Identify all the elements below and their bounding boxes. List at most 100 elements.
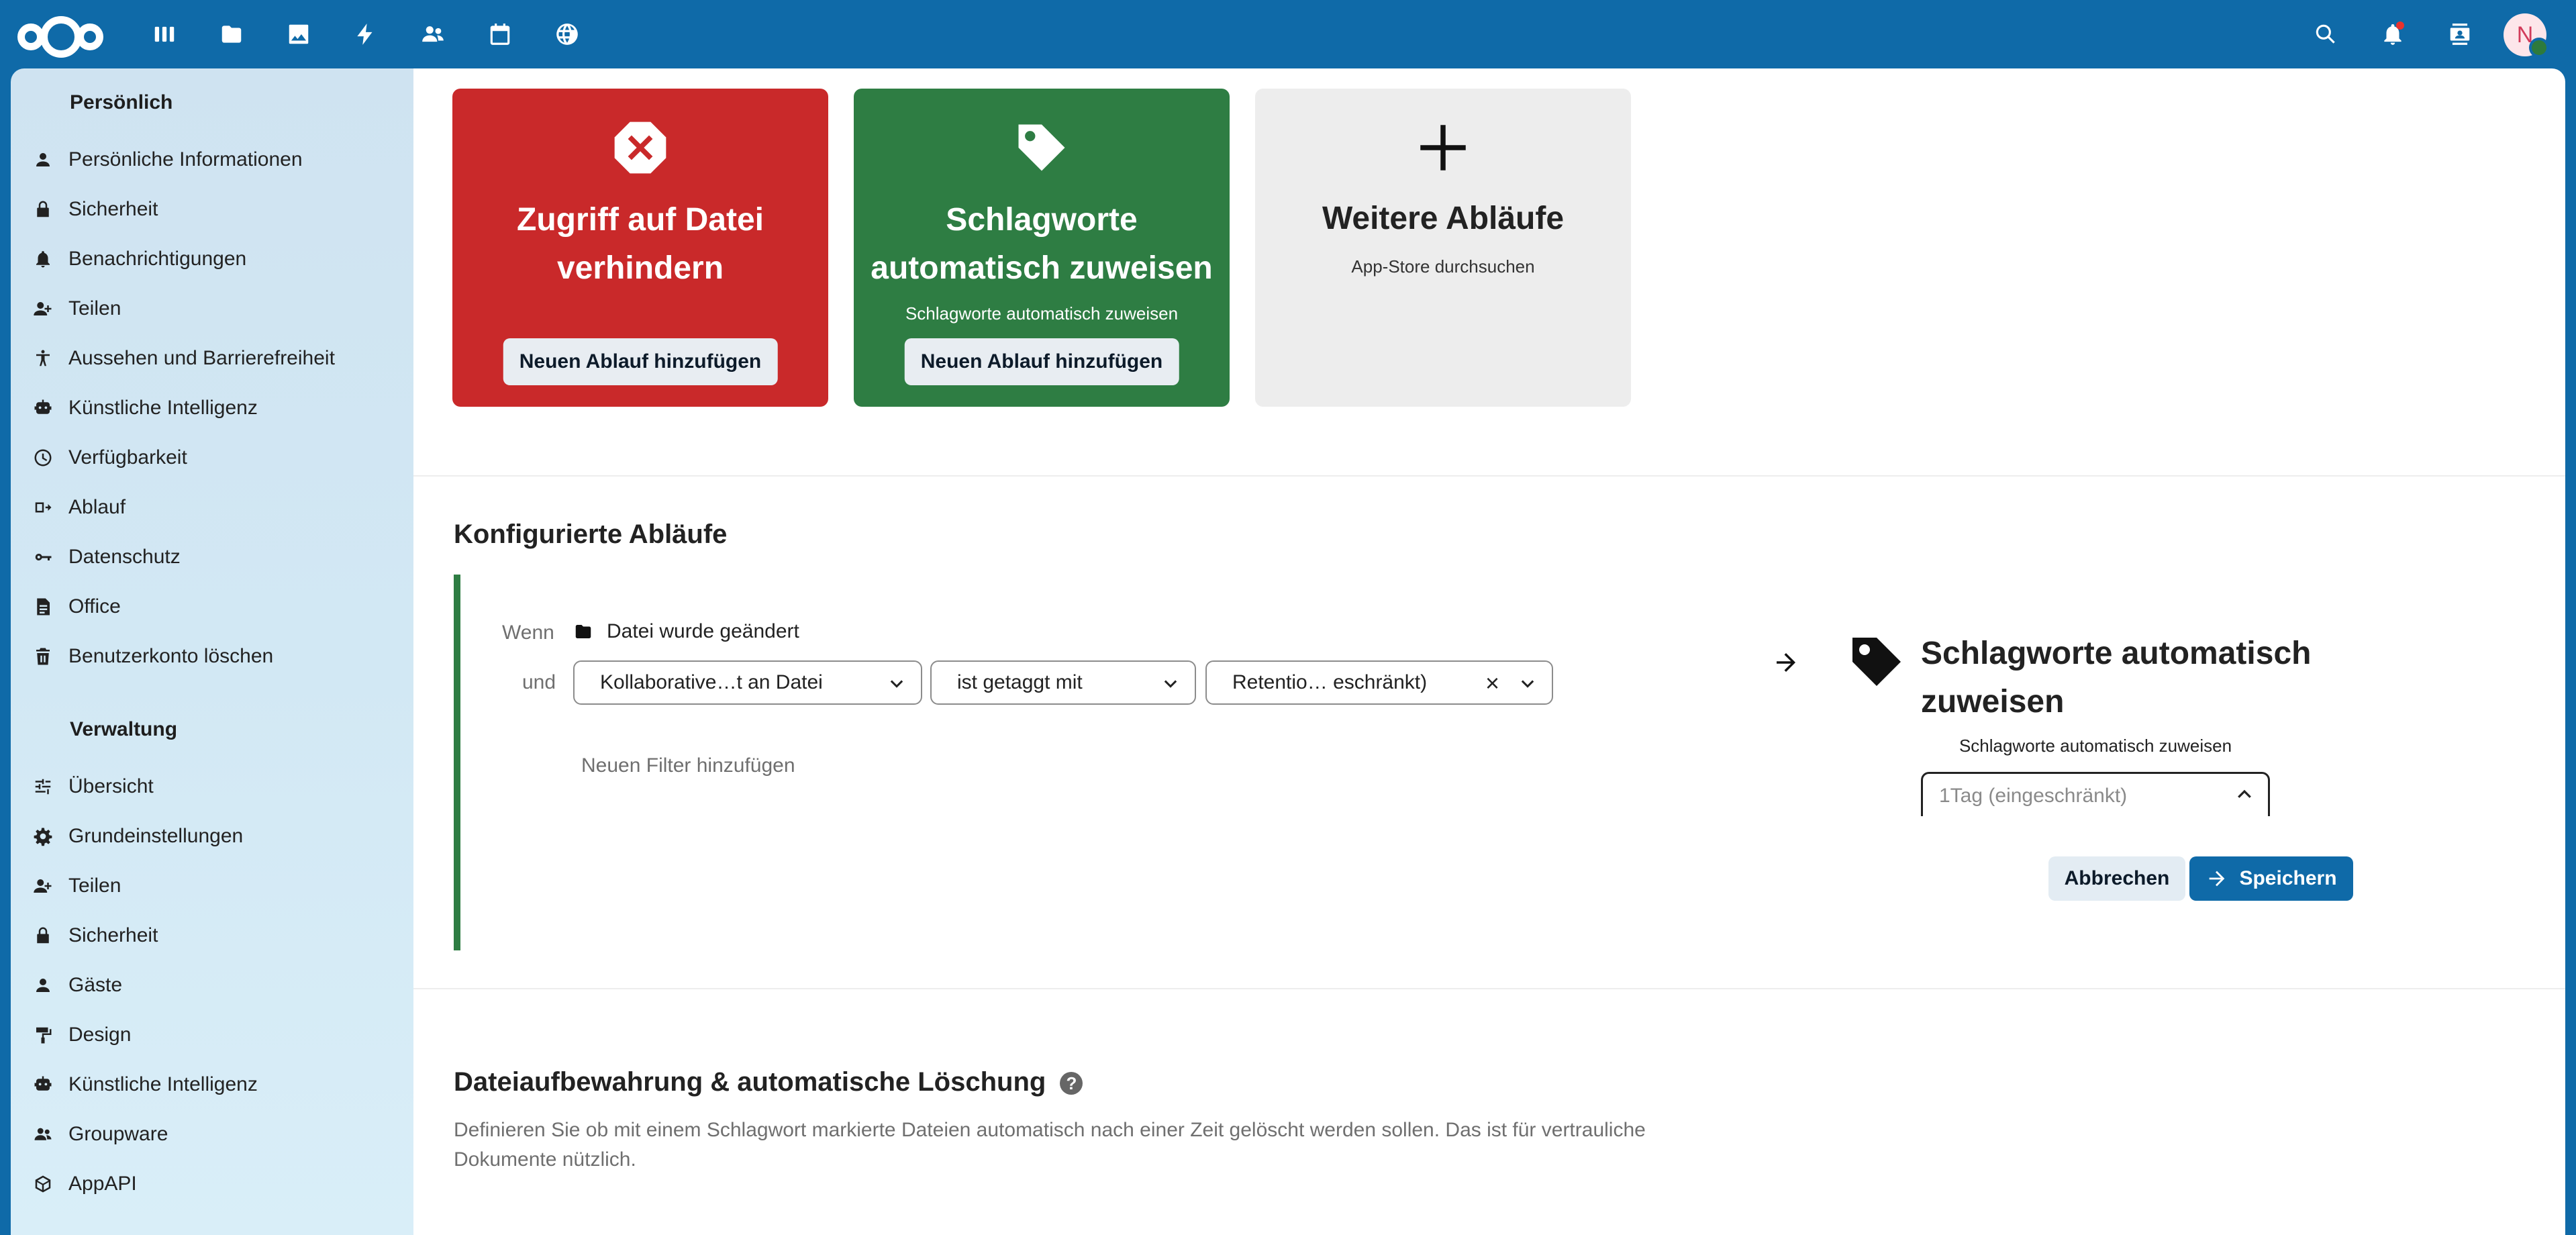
- document-icon: [30, 593, 56, 620]
- sidebar-item-admin-ai[interactable]: Künstliche Intelligenz: [30, 1065, 405, 1105]
- when-label: Wenn: [502, 622, 554, 644]
- sidebar-item-sharing[interactable]: Teilen: [30, 289, 405, 329]
- chevron-down-icon: [890, 680, 903, 688]
- group-icon: [30, 1121, 56, 1148]
- sidebar-item-delete-account[interactable]: Benutzerkonto löschen: [30, 636, 405, 677]
- accessibility-icon: [30, 345, 56, 372]
- notifications-bell-icon[interactable]: [2376, 17, 2410, 51]
- app-store-link[interactable]: App-Store durchsuchen: [1269, 256, 1618, 277]
- search-icon[interactable]: [2309, 17, 2342, 51]
- share-icon: [30, 295, 56, 322]
- sidebar-item-admin-sharing[interactable]: Teilen: [30, 866, 405, 906]
- sidebar-item-overview[interactable]: Übersicht: [30, 767, 405, 807]
- sidebar-item-admin-security[interactable]: Sicherheit: [30, 916, 405, 956]
- sidebar-item-ai[interactable]: Künstliche Intelligenz: [30, 388, 405, 428]
- arrow-right-icon: [1772, 648, 1801, 678]
- sidebar-item-notifications[interactable]: Benachrichtigungen: [30, 239, 405, 279]
- web-icon[interactable]: [550, 17, 584, 51]
- sidebar-item-security[interactable]: Sicherheit: [30, 189, 405, 230]
- nextcloud-logo[interactable]: [17, 13, 103, 58]
- robot-icon: [30, 395, 56, 422]
- online-status-indicator: [2529, 38, 2549, 58]
- sidebar-item-appearance[interactable]: Aussehen und Barrierefreiheit: [30, 338, 405, 379]
- clear-icon[interactable]: ×: [1485, 671, 1499, 695]
- add-filter-button[interactable]: Neuen Filter hinzufügen: [581, 754, 795, 777]
- top-navigation-bar: N: [0, 0, 2576, 68]
- event-name: Datei wurde geändert: [607, 620, 799, 642]
- save-button[interactable]: Speichern: [2189, 856, 2353, 901]
- bell-icon: [30, 246, 56, 273]
- paint-roller-icon: [30, 1022, 56, 1048]
- sidebar-section-admin: Verwaltung: [70, 718, 178, 740]
- flow-card-auto-tag: Schlagworte automatisch zuweisen Schlagw…: [854, 89, 1230, 407]
- tag-icon: [1844, 630, 1912, 697]
- plus-icon: [1255, 114, 1631, 181]
- card-title: Weitere Abläufe: [1322, 201, 1565, 236]
- card-title: Zugriff auf Datei verhindern: [517, 202, 764, 286]
- sidebar-item-basic-settings[interactable]: Grundeinstellungen: [30, 816, 405, 856]
- sidebar-item-availability[interactable]: Verfügbarkeit: [30, 438, 405, 478]
- key-icon: [30, 544, 56, 571]
- user-avatar[interactable]: N: [2504, 13, 2549, 58]
- sidebar-section-personal: Persönlich: [70, 91, 173, 113]
- filter-operator-select[interactable]: ist getaggt mit: [930, 660, 1196, 705]
- flow-icon: [30, 494, 56, 521]
- filter-check-select[interactable]: Kollaborative…t an Datei: [573, 660, 922, 705]
- lock-icon: [30, 196, 56, 223]
- block-icon: [452, 114, 828, 181]
- sidebar-item-personal-info[interactable]: Persönliche Informationen: [30, 140, 405, 180]
- share-icon: [30, 873, 56, 899]
- calendar-icon[interactable]: [483, 17, 517, 51]
- configured-flows-title: Konfigurierte Abläufe: [454, 520, 728, 549]
- action-description: Schlagworte automatisch zuweisen: [1959, 736, 2232, 756]
- tag-select-input[interactable]: 1Tag (eingeschränkt): [1921, 772, 2270, 816]
- person-icon: [30, 146, 56, 173]
- retention-description: Definieren Sie ob mit einem Schlagwort m…: [454, 1119, 1646, 1171]
- card-title: Schlagworte automatisch zuweisen: [871, 202, 1213, 286]
- dashboard-icon[interactable]: [148, 17, 181, 51]
- arrow-right-icon: [2210, 871, 2225, 887]
- settings-sidebar: Persönlich Persönliche Informationen Sic…: [11, 68, 413, 1235]
- chevron-down-icon: [1164, 680, 1177, 688]
- cancel-button[interactable]: Abbrechen: [2048, 856, 2185, 901]
- clock-icon: [30, 444, 56, 471]
- tag-icon: [854, 114, 1230, 181]
- lock-icon: [30, 922, 56, 949]
- filter-value-select[interactable]: Retentio… eschränkt) ×: [1205, 660, 1553, 705]
- cube-icon: [30, 1171, 56, 1197]
- tune-icon: [30, 773, 56, 800]
- chevron-down-icon: [1521, 680, 1534, 688]
- and-label: und: [522, 671, 556, 693]
- folder-icon: [573, 622, 595, 643]
- sidebar-item-privacy[interactable]: Datenschutz: [30, 537, 405, 577]
- contacts-icon[interactable]: [416, 17, 450, 51]
- add-flow-button-block-access[interactable]: Neuen Ablauf hinzufügen: [503, 338, 778, 385]
- trash-icon: [30, 643, 56, 670]
- sidebar-item-office[interactable]: Office: [30, 587, 405, 627]
- sidebar-item-groupware[interactable]: Groupware: [30, 1114, 405, 1154]
- card-description: Schlagworte automatisch zuweisen: [905, 303, 1179, 324]
- add-flow-button-auto-tag[interactable]: Neuen Ablauf hinzufügen: [904, 338, 1179, 385]
- sidebar-item-flow[interactable]: Ablauf: [30, 487, 405, 528]
- photos-icon[interactable]: [282, 17, 315, 51]
- main-content: Zugriff auf Datei verhindern Neuen Ablau…: [413, 68, 2565, 1235]
- help-icon[interactable]: ?: [1060, 1072, 1083, 1095]
- chevron-up-icon: [2238, 789, 2251, 798]
- section-divider: [413, 988, 2565, 989]
- gear-icon: [30, 823, 56, 850]
- flow-card-block-access: Zugriff auf Datei verhindern Neuen Ablau…: [452, 89, 828, 407]
- notification-badge: [2396, 21, 2404, 30]
- sidebar-item-design[interactable]: Design: [30, 1015, 405, 1055]
- files-icon[interactable]: [215, 17, 248, 51]
- robot-icon: [30, 1071, 56, 1098]
- configured-flow-rule: Wenn Datei wurde geändert und Kollaborat…: [454, 575, 2565, 950]
- contacts-menu-icon[interactable]: [2443, 17, 2477, 51]
- action-title: Schlagworte automatisch zuweisen: [1921, 636, 2312, 720]
- sidebar-item-appapi[interactable]: AppAPI: [30, 1164, 405, 1204]
- activity-icon[interactable]: [349, 17, 383, 51]
- flow-card-more-flows[interactable]: Weitere Abläufe App-Store durchsuchen: [1255, 89, 1631, 407]
- section-divider: [413, 475, 2565, 477]
- person-icon: [30, 972, 56, 999]
- sidebar-item-guests[interactable]: Gäste: [30, 965, 405, 1005]
- retention-title: Dateiaufbewahrung & automatische Löschun…: [454, 1067, 1083, 1097]
